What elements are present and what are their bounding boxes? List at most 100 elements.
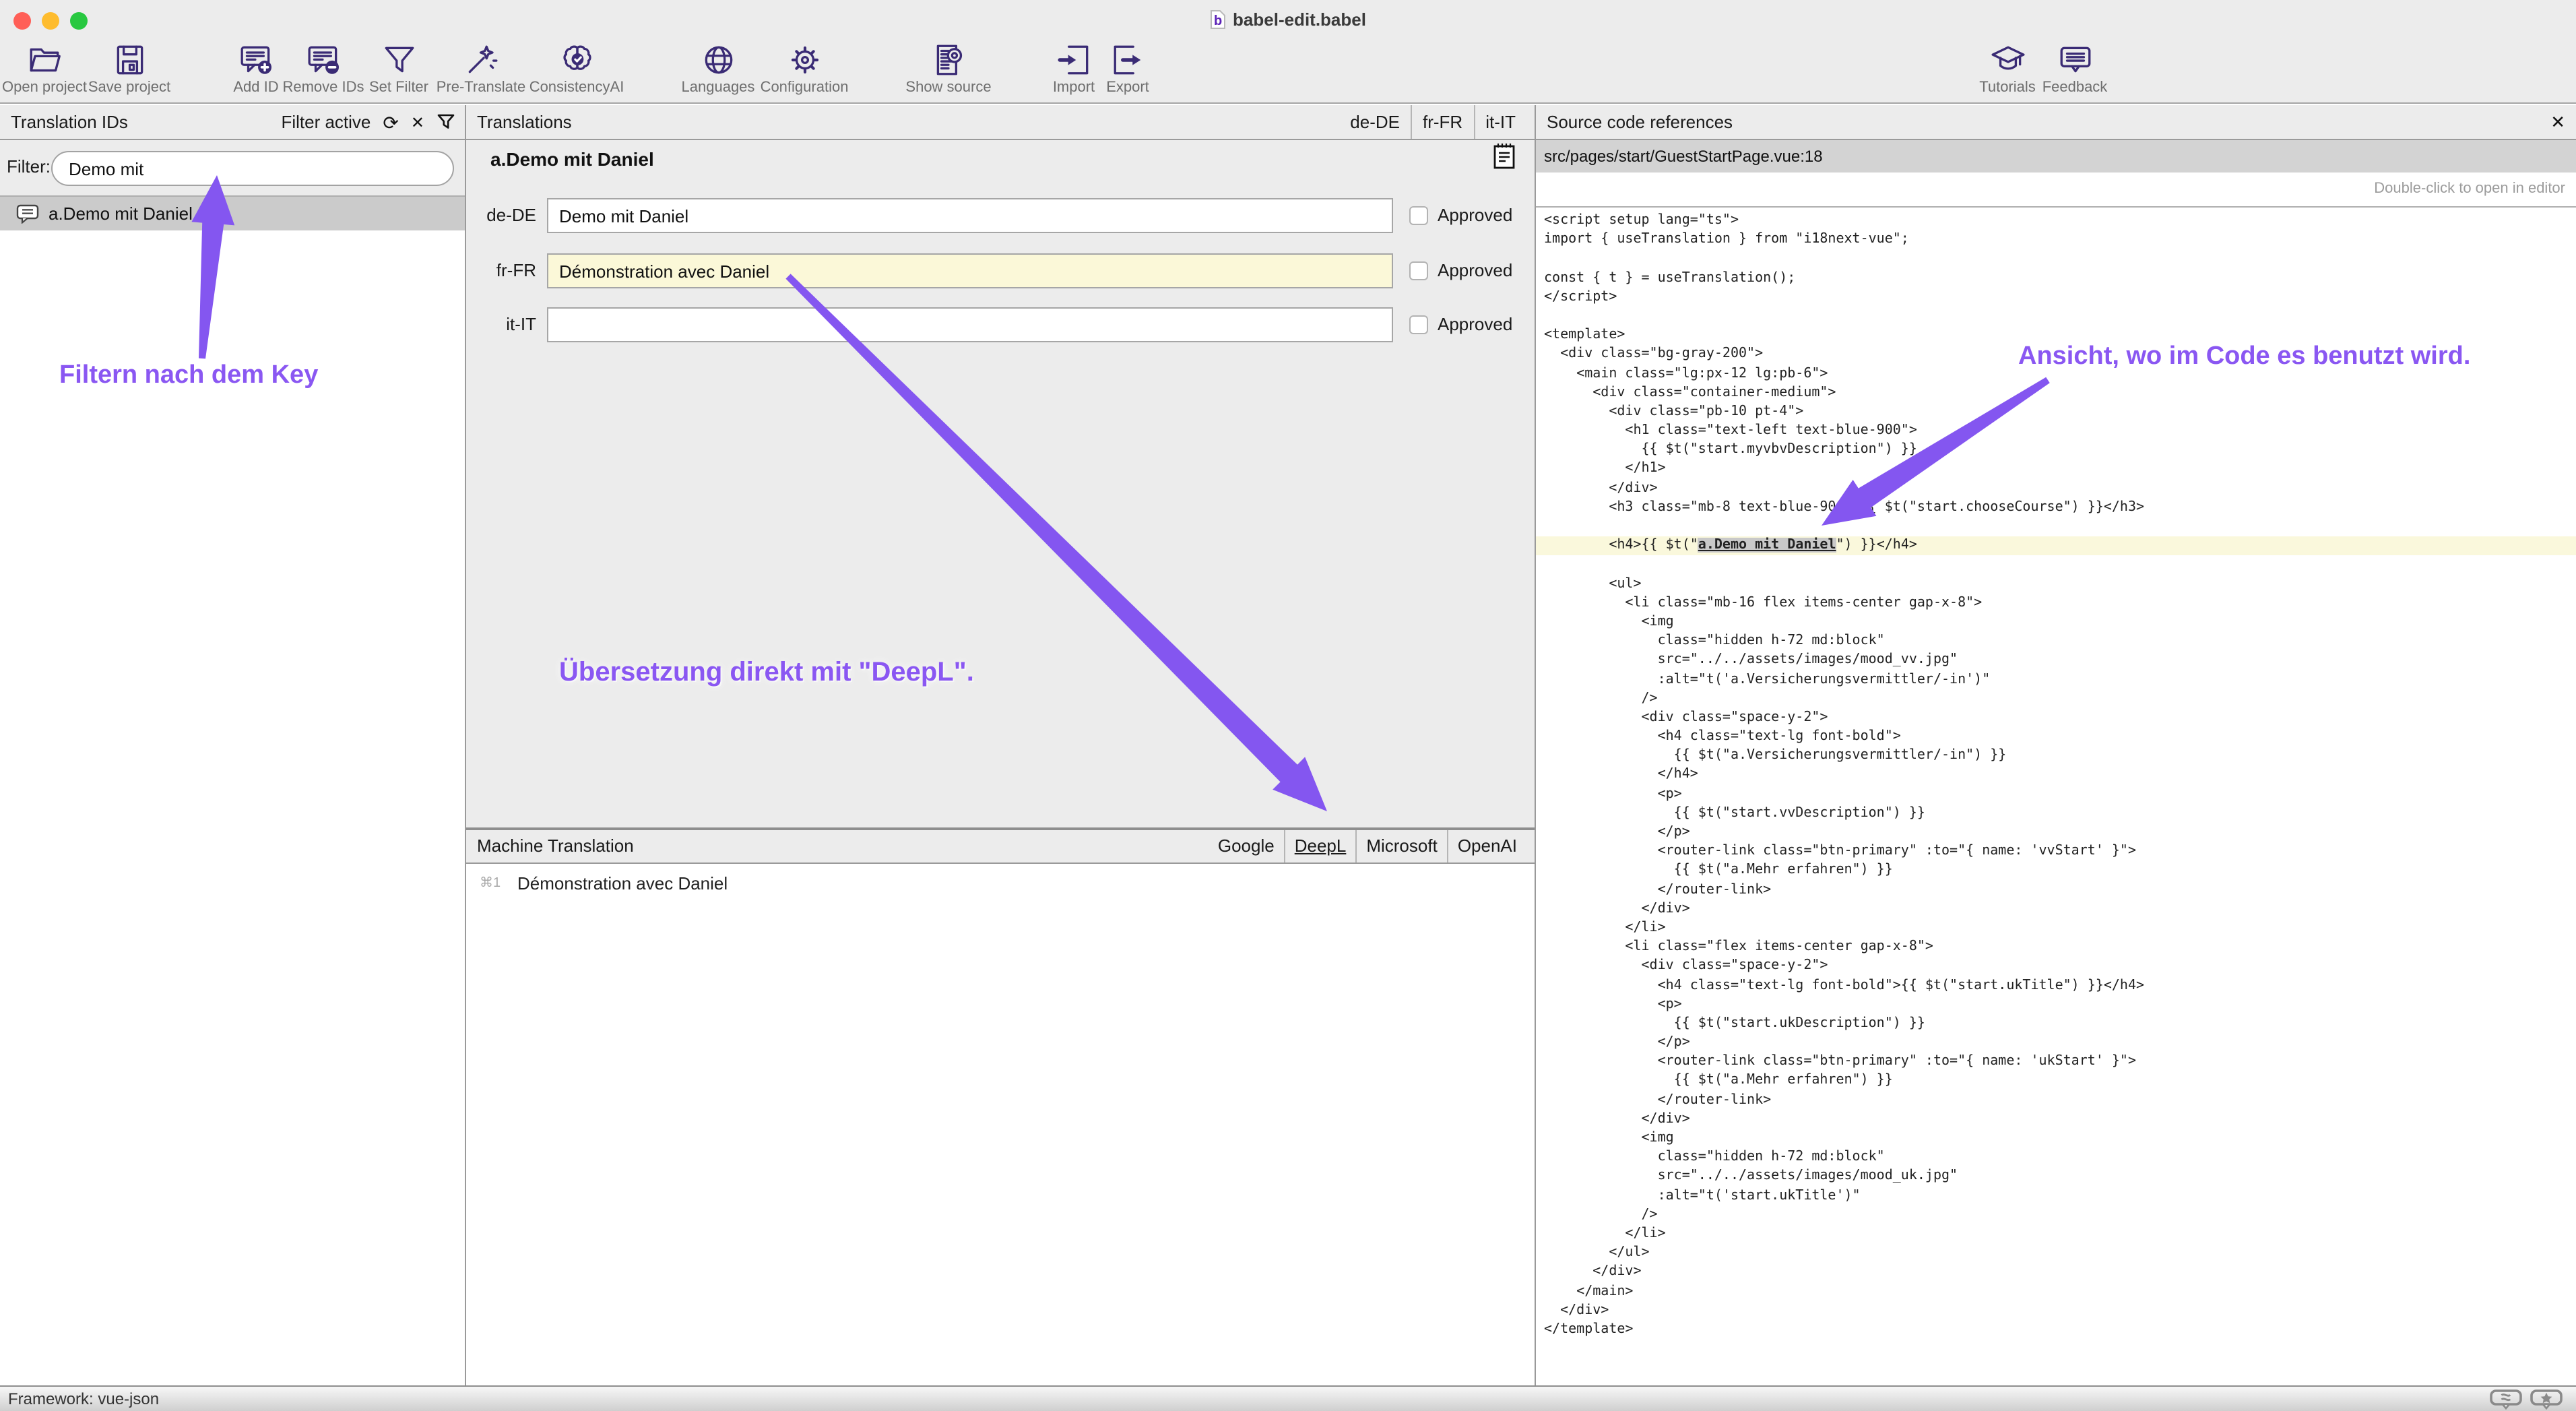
translation-input-de-DE[interactable] [547, 198, 1393, 233]
annotation-filter-note: Filtern nach dem Key [59, 361, 318, 391]
window-title: bbabel-edit.babel [0, 9, 2576, 30]
panel-divider-left[interactable] [465, 105, 466, 1385]
svg-text:b: b [1214, 13, 1222, 28]
code-line: <li class="flex items-center gap-x-8"> [1536, 938, 2576, 957]
toolbar-item-label: Show source [888, 80, 1009, 96]
language-label: it-IT [474, 314, 536, 334]
approved-label: Approved [1438, 205, 1512, 225]
code-line: </ul> [1536, 1244, 2576, 1263]
provider-openai[interactable]: OpenAI [1447, 830, 1526, 863]
toolbar-item-feedback[interactable]: Feedback [2014, 42, 2135, 102]
translation-input-fr-FR[interactable] [547, 253, 1393, 288]
toolbar-item-label: Feedback [2014, 80, 2135, 96]
remove-ids-icon [305, 42, 342, 78]
set-filter-icon [381, 42, 417, 78]
code-line: <li class="mb-16 flex items-center gap-x… [1536, 594, 2576, 613]
tab-it-IT[interactable]: it-IT [1473, 105, 1526, 139]
source-code-references-panel: Source code references ✕ src/pages/start… [1536, 105, 2576, 1385]
code-line: <img [1536, 613, 2576, 632]
toolbar-item-label: Save project [69, 80, 190, 96]
shortcut-badge: ⌘1 [480, 876, 501, 891]
source-file-reference[interactable]: src/pages/start/GuestStartPage.vue:18 [1536, 140, 2576, 173]
code-line: {{ $t("a.Versicherungsvermittler/-in") }… [1536, 747, 2576, 766]
approved-checkbox-de[interactable] [1409, 206, 1428, 225]
code-line: <h4>{{ $t("a.Demo mit Daniel") }}</h4> [1536, 536, 2576, 555]
mt-suggestion-text: Démonstration avec Daniel [517, 873, 728, 893]
code-line: </div> [1536, 1301, 2576, 1320]
source-eye-icon [930, 42, 967, 78]
code-line: </main> [1536, 1282, 2576, 1301]
language-label: fr-FR [474, 260, 536, 280]
translation-input-it-IT[interactable] [547, 307, 1393, 342]
toolbar-item-show-source[interactable]: Show source [888, 42, 1009, 102]
provider-google[interactable]: Google [1209, 830, 1284, 863]
toolbar-item-label: Export [1067, 80, 1188, 96]
filter-input[interactable] [51, 151, 454, 186]
approved-label: Approved [1438, 260, 1512, 280]
code-line: <h4 class="text-lg font-bold"> [1536, 728, 2576, 747]
gear-icon [786, 42, 823, 78]
changes-bubble-icon[interactable] [2490, 1389, 2522, 1410]
approved-checkbox-fr[interactable] [1409, 261, 1428, 280]
code-line: const { t } = useTranslation(); [1536, 269, 2576, 288]
code-line [1536, 307, 2576, 326]
code-line: <div class="container-medium"> [1536, 383, 2576, 402]
code-line: </li> [1536, 1225, 2576, 1244]
toolbar-item-consistencyai[interactable]: ConsistencyAI [516, 42, 637, 102]
toolbar-item-save-project[interactable]: Save project [69, 42, 190, 102]
code-line: </div> [1536, 1110, 2576, 1129]
approved-label: Approved [1438, 314, 1512, 334]
panel-divider-right[interactable] [1535, 105, 1536, 1385]
filter-funnel-icon[interactable] [437, 113, 455, 131]
toolbar-item-configuration[interactable]: Configuration [744, 42, 865, 102]
panel-title: Source code references [1547, 105, 1733, 139]
code-line: {{ $t("start.ukDescription") }} [1536, 1015, 2576, 1034]
open-folder-icon [26, 42, 63, 78]
save-icon [111, 42, 148, 78]
translations-panel: Translations de-DE fr-FR it-IT a.Demo mi… [466, 105, 1535, 1385]
code-line: {{ $t("start.vvDescription") }} [1536, 805, 2576, 823]
clear-filter-icon[interactable]: ✕ [411, 114, 424, 130]
code-view: <script setup lang="ts">import { useTran… [1536, 208, 2576, 1385]
tab-de-DE[interactable]: de-DE [1339, 105, 1411, 139]
code-line: class="hidden h-72 md:block" [1536, 632, 2576, 651]
code-line: </p> [1536, 1034, 2576, 1053]
filter-row: Filter: [0, 140, 465, 197]
close-panel-icon[interactable]: ✕ [2550, 105, 2565, 139]
translation-id-label: a.Demo mit Daniel [49, 203, 193, 224]
babel-document-icon: b [1210, 9, 1226, 30]
status-bar: Framework: vue-json [0, 1385, 2576, 1411]
translation-row-fr: fr-FR Approved [466, 253, 1535, 288]
annotation-source-note: Ansicht, wo im Code es benutzt wird. [2018, 342, 2470, 372]
globe-icon [700, 42, 736, 78]
code-line: </router-link> [1536, 1091, 2576, 1110]
translation-id-item-selected[interactable]: a.Demo mit Daniel [0, 197, 465, 230]
provider-microsoft[interactable]: Microsoft [1355, 830, 1446, 863]
translation-row-it: it-IT Approved [466, 307, 1535, 342]
toolbar-item-export[interactable]: Export [1067, 42, 1188, 102]
code-line: </h1> [1536, 460, 2576, 479]
code-line: <img [1536, 1129, 2576, 1148]
comment-note-icon[interactable] [1493, 142, 1516, 170]
panel-title: Translations [477, 105, 572, 139]
double-click-hint: Double-click to open in editor [2374, 181, 2565, 197]
code-line: {{ $t("start.myvbvDescription") }} [1536, 441, 2576, 460]
translations-header: Translations de-DE fr-FR it-IT [466, 105, 1535, 140]
code-line: <div class="pb-10 pt-4"> [1536, 403, 2576, 422]
code-line: class="hidden h-72 md:block" [1536, 1148, 2576, 1167]
toolbar-item-label: Configuration [744, 80, 865, 96]
approved-checkbox-it[interactable] [1409, 315, 1428, 334]
tab-fr-FR[interactable]: fr-FR [1411, 105, 1473, 139]
code-line: <script setup lang="ts"> [1536, 212, 2576, 230]
code-line: <h3 class="mb-8 text-blue-900">{{ $t("st… [1536, 499, 2576, 518]
code-line: <p> [1536, 785, 2576, 804]
comment-bubble-icon [16, 203, 39, 224]
refresh-icon[interactable]: ⟳ [383, 113, 398, 131]
panel-title: Machine Translation [477, 836, 634, 856]
provider-deepl[interactable]: DeepL [1284, 830, 1356, 863]
code-line: <router-link class="btn-primary" :to="{ … [1536, 842, 2576, 861]
rate-star-bubble-icon[interactable] [2530, 1389, 2563, 1410]
mt-suggestion-row[interactable]: ⌘1 Démonstration avec Daniel [466, 871, 1535, 898]
code-line: :alt="t('a.Versicherungsvermittler/-in')… [1536, 670, 2576, 689]
code-line: </script> [1536, 288, 2576, 307]
